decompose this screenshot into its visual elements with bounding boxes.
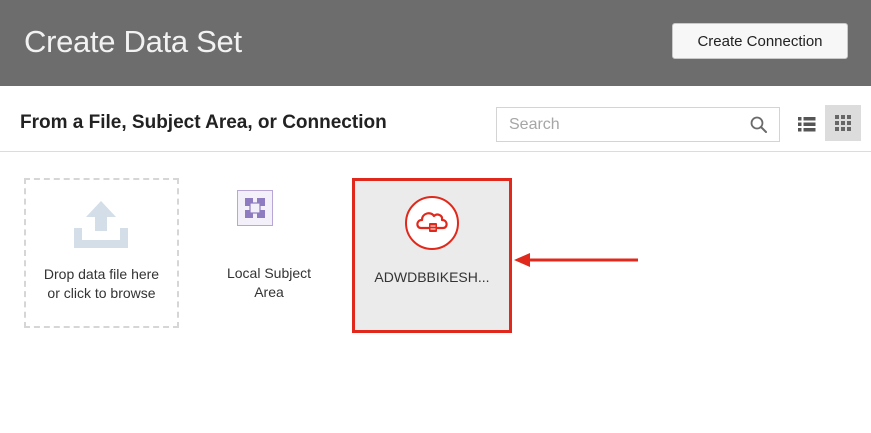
search-box[interactable] [496, 107, 780, 142]
cloud-database-icon [405, 196, 459, 250]
drop-file-label: Drop data file here or click to browse [43, 266, 160, 301]
dialog-header: Create Data Set Create Connection [0, 0, 871, 86]
connection-label: ADWDBBIKESH... [374, 269, 490, 285]
grid-view-button[interactable] [825, 105, 861, 141]
local-subject-area-label: Local Subject Area [226, 265, 312, 300]
upload-icon [74, 201, 128, 248]
subject-area-icon [237, 190, 273, 226]
local-subject-area-tile[interactable]: Local Subject Area [193, 178, 345, 328]
create-data-set-dialog: Create Data Set Create Connection From a… [0, 0, 871, 433]
search-icon[interactable] [749, 115, 769, 135]
drop-file-tile[interactable]: Drop data file here or click to browse [24, 178, 179, 328]
arrow-left-icon [514, 253, 638, 267]
toolbar: From a File, Subject Area, or Connection [0, 86, 871, 152]
grid-view-icon [835, 115, 851, 131]
connection-tile[interactable]: ADWDBBIKESH... [352, 178, 512, 333]
list-view-icon [798, 117, 816, 132]
section-heading: From a File, Subject Area, or Connection [20, 112, 387, 133]
dialog-title: Create Data Set [24, 24, 242, 59]
list-view-button[interactable] [791, 108, 823, 140]
search-input[interactable] [497, 108, 737, 141]
create-connection-button[interactable]: Create Connection [672, 23, 848, 59]
